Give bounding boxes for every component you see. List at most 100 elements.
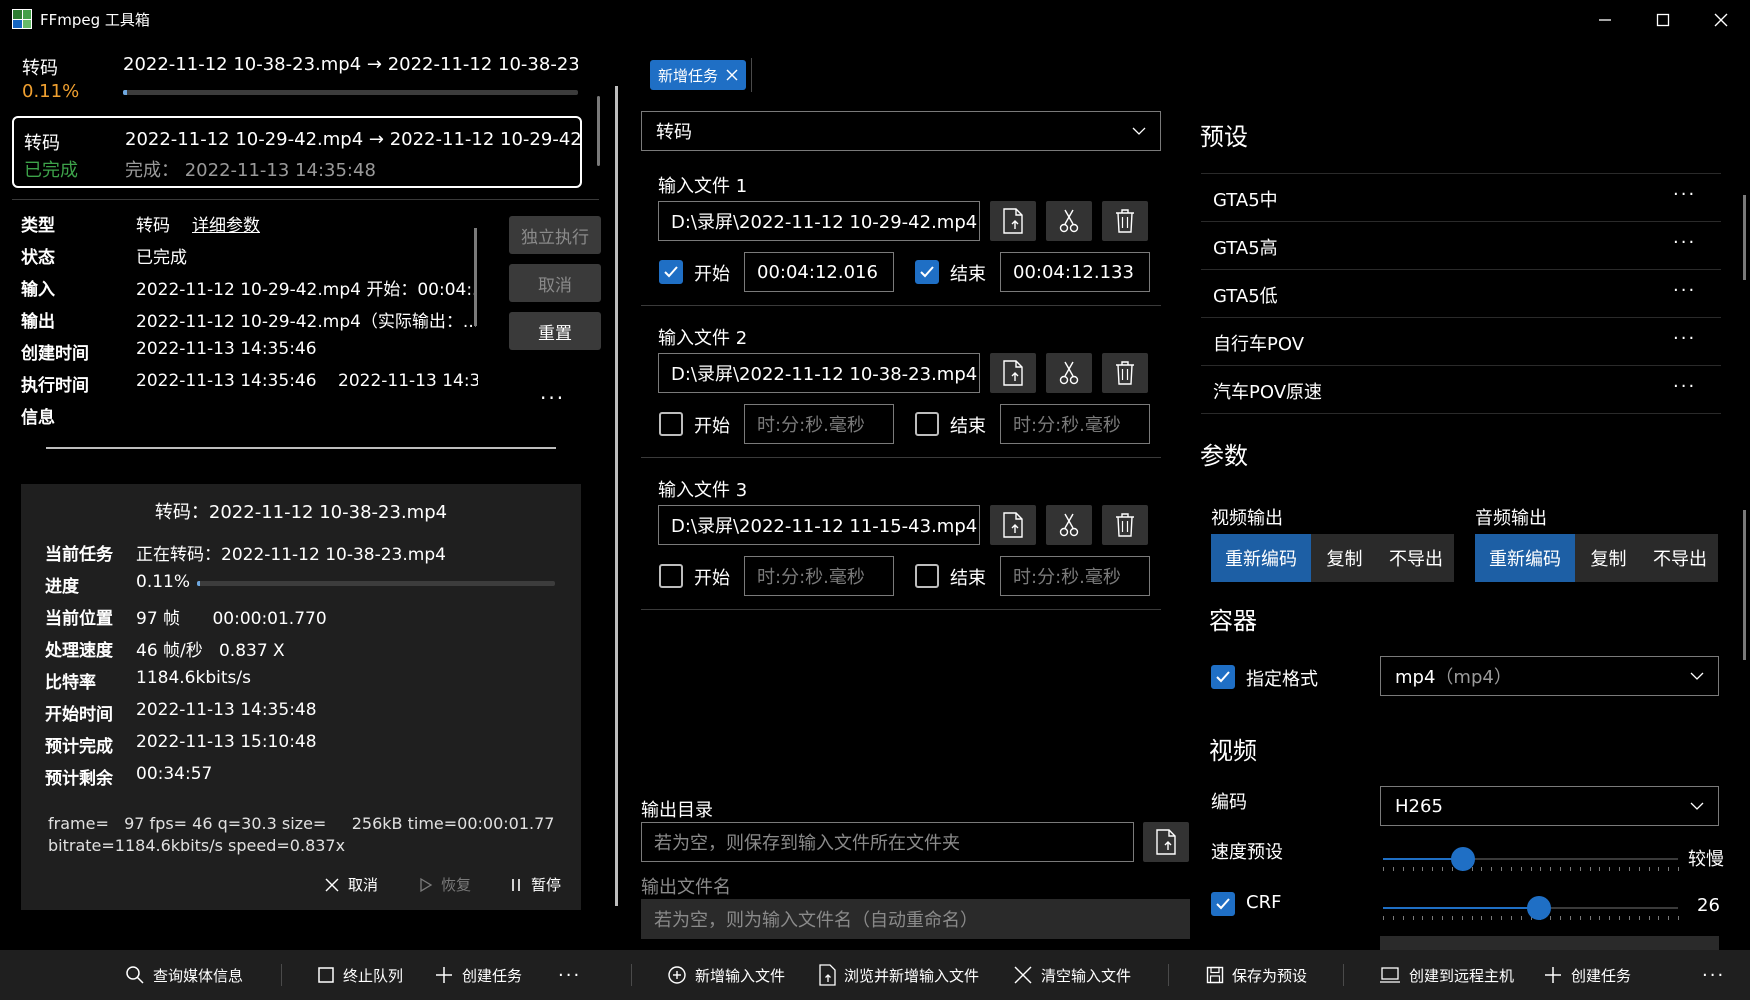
end-time-checkbox[interactable] [915,412,939,436]
progress-row-value: 97 帧 00:00:01.770 [136,609,327,629]
video-reencode-option[interactable]: 重新编码 [1211,534,1311,582]
slider-tick [1530,867,1532,871]
video-output-segmented[interactable]: 重新编码 复制 不导出 [1211,534,1454,582]
preset-item[interactable]: 自行车POV ··· [1201,317,1721,364]
end-time-input[interactable]: 时:分:秒.毫秒 [1000,556,1150,596]
queue-scrollbar[interactable] [597,96,600,166]
stop-queue-button[interactable]: 终止队列 [317,950,403,1000]
clip-input-button[interactable] [1046,201,1092,241]
more-icon[interactable]: ··· [1673,328,1696,349]
start-time-checkbox[interactable] [659,260,683,284]
audio-output-segmented[interactable]: 重新编码 复制 不导出 [1475,534,1718,582]
maximize-button[interactable] [1634,0,1692,40]
preset-item[interactable]: GTA5高 ··· [1201,221,1721,268]
output-name-input[interactable]: 若为空，则为输入文件名（自动重命名） [641,899,1190,939]
queue-item-selected[interactable]: 转码 已完成 2022-11-12 10-29-42.mp4 → 2022-11… [12,116,582,188]
tab-new-task[interactable]: 新增任务 [650,60,747,90]
delete-input-button[interactable] [1102,505,1148,545]
start-time-input[interactable]: 00:04:12.016 [744,252,894,292]
progress-bar [197,581,555,586]
audio-reencode-option[interactable]: 重新编码 [1475,534,1575,582]
crf-checkbox[interactable] [1211,892,1235,916]
resume-button[interactable]: 恢复 [419,874,471,895]
reset-button[interactable]: 重置 [509,312,601,350]
progress-cancel-button[interactable]: 取消 [324,874,378,895]
progress-row-label: 比特率 [45,673,96,693]
preset-item[interactable]: GTA5中 ··· [1201,173,1721,220]
audio-none-option[interactable]: 不导出 [1642,534,1718,582]
browse-input-file-button[interactable] [990,505,1036,545]
slider-thumb[interactable] [1450,847,1475,871]
browse-input-file-button[interactable] [990,201,1036,241]
presets-scrollbar[interactable] [1743,195,1746,280]
run-standalone-button[interactable]: 独立执行 [509,216,601,254]
more-icon[interactable]: ··· [558,950,581,1000]
start-time-checkbox[interactable] [659,412,683,436]
details-scrollbar[interactable] [474,228,477,326]
browse-input-file-button[interactable] [990,353,1036,393]
input-file-label: 输入文件 2 [658,328,748,349]
clip-input-button[interactable] [1046,505,1092,545]
detail-type-label: 类型 [21,216,55,236]
detail-input-label: 输入 [21,280,55,300]
close-icon[interactable] [726,69,738,81]
add-input-file-button[interactable]: 新增输入文件 [667,950,785,1000]
end-time-input[interactable]: 00:04:12.133 [1000,252,1150,292]
preset-item[interactable]: GTA5低 ··· [1201,269,1721,316]
input-file-path[interactable]: D:\录屏\2022-11-12 10-38-23.mp4 [658,353,980,393]
clip-input-button[interactable] [1046,353,1092,393]
end-time-checkbox[interactable] [915,260,939,284]
query-media-button[interactable]: 查询媒体信息 [125,950,243,1000]
preset-item[interactable]: 汽车POV原速 ··· [1201,365,1721,412]
create-remote-button[interactable]: 创建到远程主机 [1379,950,1514,1000]
output-dir-input[interactable]: 若为空，则保存到输入文件所在文件夹 [641,822,1134,862]
detail-params-link[interactable]: 详细参数 [192,211,260,236]
params-scrollbar[interactable] [1743,510,1746,660]
queue-item-name: 2022-11-12 10-38-23.mp4 → 2022-11-12 10-… [123,54,578,75]
input-file-path[interactable]: D:\录屏\2022-11-12 10-29-42.mp4 [658,201,980,241]
more-icon[interactable]: ··· [1673,232,1696,253]
end-time-checkbox[interactable] [915,564,939,588]
start-time-checkbox[interactable] [659,564,683,588]
play-icon [420,877,433,892]
save-preset-button[interactable]: 保存为预设 [1206,950,1307,1000]
video-copy-option[interactable]: 复制 [1311,534,1378,582]
task-type-select[interactable]: 转码 [641,111,1161,151]
end-time-input[interactable]: 时:分:秒.毫秒 [1000,404,1150,444]
more-icon[interactable]: ··· [1673,376,1696,397]
pane-splitter[interactable] [615,86,618,906]
queue-item-kind: 转码 [24,133,60,154]
delete-input-button[interactable] [1102,201,1148,241]
more-icon[interactable]: ··· [1673,184,1696,205]
more-icon[interactable]: ··· [1702,950,1725,1000]
crf-slider[interactable] [1383,896,1679,922]
browse-output-dir-button[interactable] [1143,822,1189,862]
pause-button[interactable]: 暂停 [509,874,561,895]
slider-tick [1628,867,1630,871]
browse-add-input-button[interactable]: 浏览并新增输入文件 [818,950,979,1000]
speed-preset-slider[interactable] [1383,847,1679,873]
audio-copy-option[interactable]: 复制 [1575,534,1642,582]
codec-select[interactable]: H265 [1380,786,1719,826]
delete-input-button[interactable] [1102,353,1148,393]
slider-tick [1599,916,1601,920]
input-file-path[interactable]: D:\录屏\2022-11-12 11-15-43.mp4 [658,505,980,545]
cancel-button[interactable]: 取消 [509,264,601,302]
minimize-button[interactable] [1576,0,1634,40]
more-icon[interactable]: ··· [540,386,565,410]
create-task-label-2: 创建任务 [1571,966,1632,985]
progress-row-label: 进度 [45,577,79,597]
queue-item[interactable]: 转码 0.11% 2022-11-12 10-38-23.mp4 → 2022-… [12,46,582,118]
create-task-button[interactable]: 创建任务 [434,950,522,1000]
more-icon[interactable]: ··· [1673,280,1696,301]
create-task-button-2[interactable]: 创建任务 [1543,950,1631,1000]
video-none-option[interactable]: 不导出 [1378,534,1454,582]
minimize-icon [1599,19,1611,21]
specify-format-checkbox[interactable] [1211,665,1235,689]
start-time-input[interactable]: 时:分:秒.毫秒 [744,556,894,596]
start-time-input[interactable]: 时:分:秒.毫秒 [744,404,894,444]
close-window-button[interactable] [1692,0,1750,40]
clear-inputs-button[interactable]: 清空输入文件 [1013,950,1131,1000]
slider-tick [1481,916,1483,920]
format-select[interactable]: mp4（mp4） [1380,656,1719,696]
